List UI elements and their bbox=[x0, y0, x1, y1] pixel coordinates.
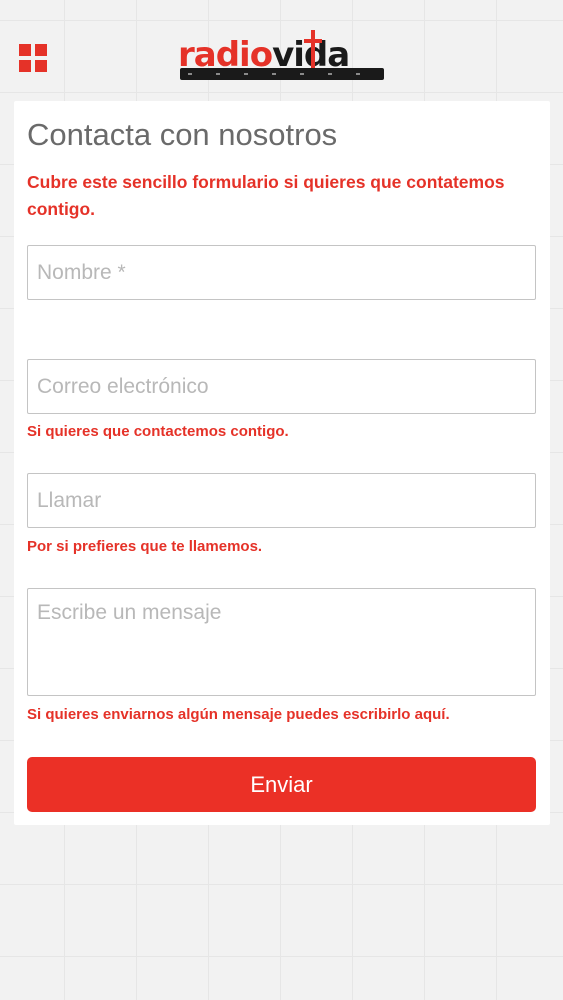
name-input[interactable] bbox=[27, 245, 536, 300]
contact-form-card: Contacta con nosotros Cubre este sencill… bbox=[14, 101, 550, 825]
logo-bar bbox=[180, 68, 384, 80]
form-intro-text: Cubre este sencillo formulario si quiere… bbox=[27, 172, 505, 219]
message-textarea[interactable] bbox=[27, 588, 536, 696]
email-input[interactable] bbox=[27, 359, 536, 414]
page-title: Contacta con nosotros bbox=[27, 117, 338, 152]
submit-button[interactable]: Enviar bbox=[27, 757, 536, 812]
app-header: radiovida bbox=[0, 0, 563, 100]
grid-menu-icon[interactable] bbox=[19, 44, 47, 72]
radio-vida-logo: radiovida bbox=[178, 30, 386, 86]
phone-hint: Por si prefieres que te llamemos. bbox=[27, 538, 263, 555]
cross-icon bbox=[304, 30, 322, 70]
phone-input[interactable] bbox=[27, 473, 536, 528]
message-hint: Si quieres enviarnos algún mensaje puede… bbox=[27, 706, 450, 723]
email-hint: Si quieres que contactemos contigo. bbox=[27, 423, 289, 440]
